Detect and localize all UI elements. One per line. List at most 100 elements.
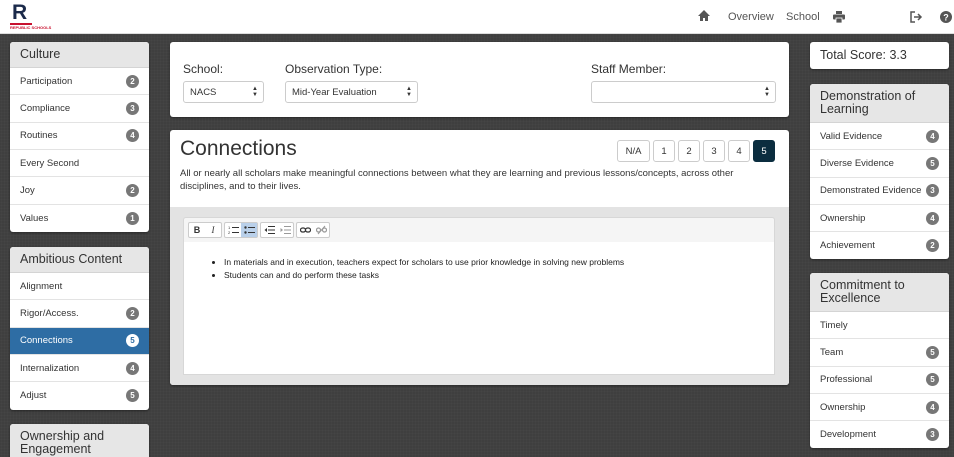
sidebar-item-label: Alignment (20, 280, 63, 292)
score-button-5[interactable]: 5 (753, 140, 775, 162)
demonstration-list: Valid Evidence 4 Diverse Evidence 5 Demons… (810, 123, 949, 259)
sidebar-item-label: Compliance (20, 103, 71, 115)
sidebar-item-label: Participation (20, 75, 73, 87)
sidebar-item-label: Values (20, 212, 49, 224)
indent-group (260, 222, 294, 238)
score-button-2[interactable]: 2 (678, 140, 700, 162)
sidebar-item-label: Joy (20, 184, 35, 196)
sidebar-item-label: Internalization (20, 362, 80, 374)
sidebar-item-alignment[interactable]: Alignment (10, 273, 149, 301)
score-badge: 5 (926, 156, 939, 170)
svg-text:2: 2 (228, 230, 231, 235)
ambitious-content-list: Alignment Rigor/Access. 2 Connections 5 In… (10, 273, 149, 409)
score-badge: 2 (926, 239, 939, 253)
sidebar-item-rigor-access[interactable]: Rigor/Access. 2 (10, 300, 149, 328)
sidebar-item-label: Routines (20, 130, 58, 142)
sidebar-item-internalization[interactable]: Internalization 4 (10, 355, 149, 383)
culture-panel-title: Culture (10, 42, 149, 69)
sidebar-item-every-second[interactable]: Every Second (10, 150, 149, 178)
sidebar-item-label: Development (820, 429, 876, 441)
sidebar-item-values[interactable]: Values 1 (10, 205, 149, 232)
sidebar-item-joy[interactable]: Joy 2 (10, 177, 149, 205)
score-button-3[interactable]: 3 (703, 140, 725, 162)
notes-editor-area: B I 12 • In materials and in execution, … (170, 207, 789, 385)
home-icon[interactable] (697, 9, 711, 23)
total-score: Total Score: 3.3 (810, 42, 949, 69)
logout-icon[interactable] (909, 10, 923, 24)
score-badge: 5 (126, 334, 139, 348)
sidebar-item-label: Ownership (820, 401, 866, 413)
score-badge: 4 (126, 129, 139, 143)
print-icon[interactable] (832, 10, 846, 24)
sidebar-item-achievement[interactable]: Achievement 2 (810, 232, 949, 259)
observation-type-label: Observation Type: (285, 62, 383, 76)
nav-overview-link[interactable]: Overview (728, 11, 774, 23)
demonstration-panel-title: Demonstration of Learning (810, 84, 949, 123)
sidebar-item-compliance[interactable]: Compliance 3 (10, 95, 149, 123)
score-badge: 1 (126, 211, 139, 225)
filters-panel: School: NACS ▲ ▼ Observation Type: Mid-Ye… (170, 42, 789, 117)
sidebar-item-label: Diverse Evidence (820, 157, 894, 169)
notes-editor[interactable]: In materials and in execution, teachers … (183, 242, 775, 375)
sidebar-item-demonstrated-evidence[interactable]: Demonstrated Evidence 3 (810, 178, 949, 205)
observation-type-value: Mid-Year Evaluation (292, 86, 377, 98)
score-badge: 4 (926, 211, 939, 225)
select-arrows-icon: ▲ ▼ (764, 86, 770, 98)
observation-type-select[interactable]: Mid-Year Evaluation ▲ ▼ (285, 81, 418, 103)
sidebar-item-label: Rigor/Access. (20, 308, 79, 320)
school-select[interactable]: NACS ▲ ▼ (183, 81, 264, 103)
sidebar-item-timely[interactable]: Timely (810, 312, 949, 340)
sidebar-item-connections[interactable]: Connections 5 (10, 327, 149, 356)
ambitious-content-title: Ambitious Content (10, 247, 149, 274)
bullet-list-icon[interactable] (241, 223, 257, 237)
notes-bullet-list: In materials and in execution, teachers … (224, 256, 774, 282)
sidebar-item-adjust[interactable]: Adjust 5 (10, 382, 149, 409)
select-arrows-icon: ▲ ▼ (406, 86, 412, 98)
sidebar-item-label: Team (820, 346, 844, 358)
sidebar-item-ownership-commitment[interactable]: Ownership 4 (810, 394, 949, 422)
sidebar-item-diverse-evidence[interactable]: Diverse Evidence 5 (810, 150, 949, 178)
score-badge: 3 (126, 102, 139, 116)
link-icon[interactable] (297, 223, 313, 237)
score-button-4[interactable]: 4 (728, 140, 750, 162)
outdent-icon[interactable] (261, 223, 277, 237)
bold-button[interactable]: B (189, 223, 205, 237)
sidebar-item-participation[interactable]: Participation 2 (10, 68, 149, 96)
commitment-list: Timely Team 5 Professional 5 Ownership 4 De… (810, 312, 949, 448)
italic-button[interactable]: I (205, 223, 221, 237)
sidebar-item-label: Ownership (820, 212, 866, 224)
nav-school-link[interactable]: School (786, 11, 820, 23)
sidebar-item-team[interactable]: Team 5 (810, 339, 949, 367)
score-badge: 3 (926, 184, 939, 198)
sidebar-item-routines[interactable]: Routines 4 (10, 123, 149, 151)
indicator-title: Connections (180, 137, 297, 160)
score-badge: 2 (126, 183, 139, 197)
score-badge: 3 (926, 428, 939, 442)
indicator-description: All or nearly all scholars make meaningf… (180, 168, 734, 192)
score-badge: 4 (926, 400, 939, 414)
sidebar-item-ownership[interactable]: Ownership 4 (810, 205, 949, 233)
staff-member-label: Staff Member: (591, 62, 667, 76)
list-group: 12 (224, 222, 258, 238)
score-badge: 5 (126, 389, 139, 403)
ordered-list-icon[interactable]: 12 (225, 223, 241, 237)
score-badge: 2 (126, 307, 139, 321)
unlink-icon[interactable] (313, 223, 329, 237)
score-badge: 5 (926, 373, 939, 387)
culture-panel: Culture Participation 2 Compliance 3 Routi… (10, 42, 149, 232)
commitment-panel: Commitment to Excellence Timely Team 5 Pr… (810, 273, 949, 448)
help-icon[interactable]: ? (939, 10, 953, 24)
staff-member-select[interactable]: ▲ ▼ (591, 81, 776, 103)
sidebar-item-professional[interactable]: Professional 5 (810, 367, 949, 394)
score-button-na[interactable]: N/A (617, 140, 650, 162)
sidebar-item-label: Professional (820, 374, 873, 386)
sidebar-item-development[interactable]: Development 3 (810, 421, 949, 448)
sidebar-item-label: Valid Evidence (820, 130, 883, 142)
score-button-group: N/A 1 2 3 4 5 (617, 140, 775, 162)
score-button-1[interactable]: 1 (653, 140, 675, 162)
sidebar-item-valid-evidence[interactable]: Valid Evidence 4 (810, 123, 949, 151)
sidebar-item-label: Connections (20, 335, 73, 347)
indent-icon[interactable] (277, 223, 293, 237)
score-badge: 2 (126, 74, 139, 88)
republic-logo[interactable]: R REPUBLIC SCHOOLS (10, 1, 51, 31)
